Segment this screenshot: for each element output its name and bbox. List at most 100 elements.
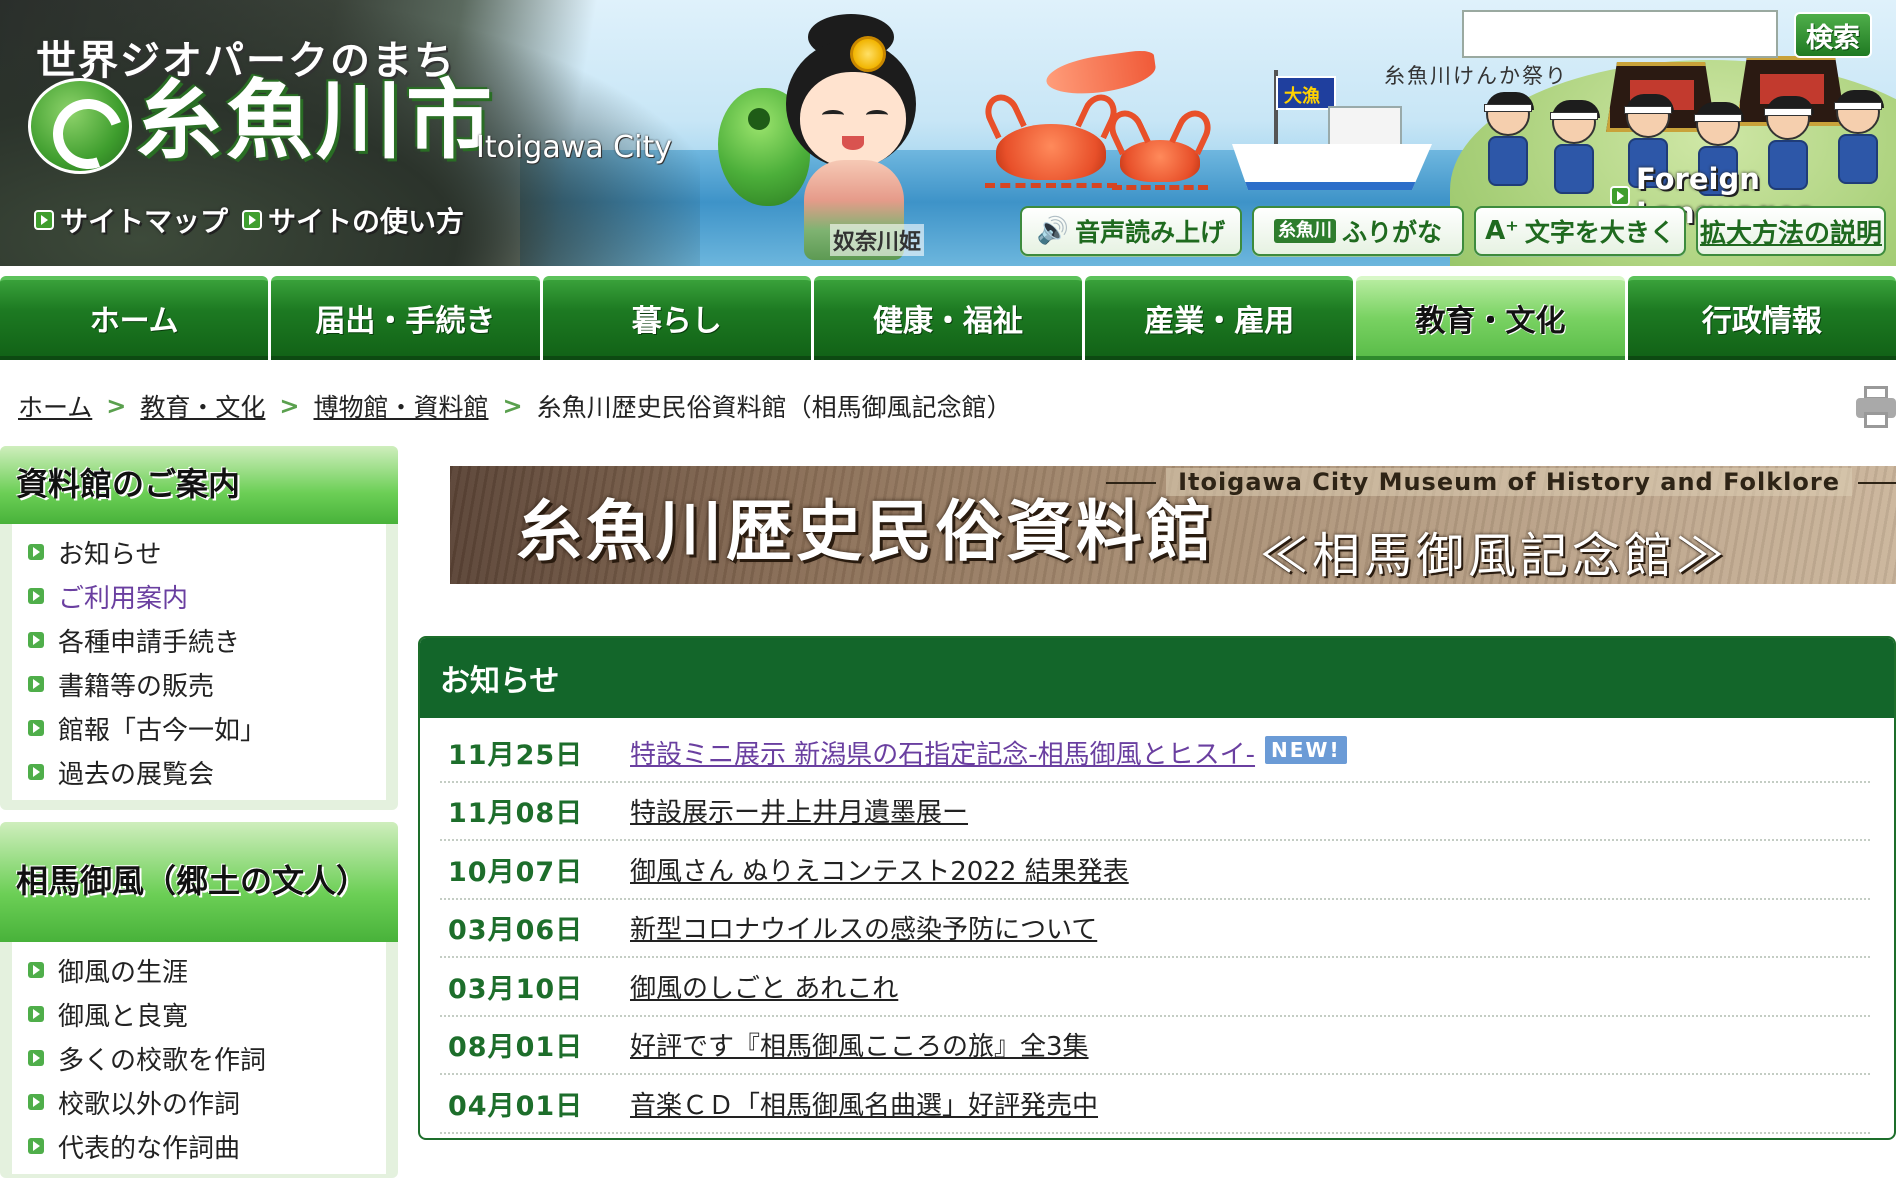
news-date: 03月06日 <box>448 915 584 947</box>
sidebar-item-ryokan[interactable]: 御風と良寛 <box>12 992 386 1036</box>
news-heading: お知らせ <box>420 638 1894 718</box>
breadcrumb-separator: > <box>279 392 300 420</box>
printer-icon[interactable] <box>1856 386 1896 430</box>
museum-title: 糸魚川歴史民俗資料館 <box>516 493 1216 570</box>
list-item: 11月25日 特設ミニ展示 新潟県の石指定記念-相馬御風とヒスイ- NEW! <box>440 724 1870 783</box>
mascot-name: 奴奈川姫 <box>830 224 925 256</box>
news-link[interactable]: 好評です『相馬御風こころの旅』全3集 <box>630 1026 1089 1063</box>
breadcrumb-home[interactable]: ホーム <box>18 388 92 424</box>
sidebar-item-usage-guide[interactable]: ご利用案内 <box>12 574 386 618</box>
nav-living[interactable]: 暮らし <box>542 276 811 360</box>
museum-title-english: Itoigawa City Museum of History and Folk… <box>1106 468 1896 496</box>
crab-illustration <box>985 124 1117 188</box>
hair-flower-icon <box>850 36 886 72</box>
breadcrumb-current: 糸魚川歴史民俗資料館（相馬御風記念館） <box>536 393 1012 422</box>
nav-home[interactable]: ホーム <box>0 276 269 360</box>
breadcrumb-separator: > <box>502 392 523 420</box>
breadcrumb-education-culture[interactable]: 教育・文化 <box>140 388 265 424</box>
news-link[interactable]: 特設展示ー井上井月遺墨展ー <box>630 792 968 829</box>
sitemap-link[interactable]: サイトマップ <box>34 200 228 240</box>
breadcrumb-museums[interactable]: 博物館・資料館 <box>314 388 489 424</box>
city-name-logo[interactable]: 糸魚川市 <box>136 78 496 164</box>
read-aloud-button[interactable]: 🔊 音声読み上げ <box>1020 206 1242 256</box>
sidebar-item-applications[interactable]: 各種申請手続き <box>12 618 386 662</box>
crab-illustration <box>1112 140 1208 190</box>
global-navigation: ホーム 届出・手続き 暮らし 健康・福祉 産業・雇用 教育・文化 行政情報 <box>0 276 1896 360</box>
arrow-bullet-icon <box>28 1006 44 1022</box>
shrimp-illustration <box>1044 48 1158 100</box>
furigana-button[interactable]: 糸魚川 ふりがな <box>1252 206 1464 256</box>
sidebar-item-other-lyrics[interactable]: 校歌以外の作詞 <box>12 1080 386 1124</box>
list-item: 10月07日 御風さん ぬりえコンテスト2022 結果発表 <box>440 841 1870 900</box>
arrow-bullet-icon <box>28 962 44 978</box>
sidebar-item-life[interactable]: 御風の生涯 <box>12 948 386 992</box>
museum-subtitle: ≪相馬御風記念館≫ <box>1260 528 1729 584</box>
site-header: 世界ジオパークのまち 糸魚川市 Itoigawa City サイトマップ サイト… <box>0 0 1896 266</box>
sidebar-heading-soma-gyofu: 相馬御風（郷土の文人） <box>0 822 398 942</box>
news-date: 11月25日 <box>448 739 584 771</box>
enlarge-method-link[interactable]: 拡大方法の説明 <box>1696 206 1886 256</box>
news-date: 04月01日 <box>448 1090 584 1122</box>
news-link[interactable]: 特設ミニ展示 新潟県の石指定記念-相馬御風とヒスイ- <box>630 740 1255 770</box>
news-link[interactable]: 新型コロナウイルスの感染予防について <box>630 909 1097 946</box>
enlarge-text-button[interactable]: A⁺ 文字を大きく <box>1474 206 1686 256</box>
site-usage-link[interactable]: サイトの使い方 <box>242 200 464 240</box>
furigana-icon: 糸魚川 <box>1273 219 1336 243</box>
sidebar-item-school-songs[interactable]: 多くの校歌を作詞 <box>12 1036 386 1080</box>
sidebar-museum-guide: 資料館のご案内 お知らせ ご利用案内 各種申請手続き 書籍等の販売 館報「古今一… <box>0 446 398 810</box>
sidebar-item-representative-songs[interactable]: 代表的な作詞曲 <box>12 1124 386 1168</box>
nav-procedures[interactable]: 届出・手続き <box>271 276 540 360</box>
nav-health-welfare[interactable]: 健康・福祉 <box>813 276 1083 360</box>
news-section: お知らせ 11月25日 特設ミニ展示 新潟県の石指定記念-相馬御風とヒスイ- NE… <box>418 636 1896 1140</box>
sidebar-item-past-exhibitions[interactable]: 過去の展覧会 <box>12 750 386 794</box>
arrow-bullet-icon <box>1610 186 1630 206</box>
arrow-bullet-icon <box>28 1050 44 1066</box>
nav-industry-employment[interactable]: 産業・雇用 <box>1085 276 1354 360</box>
site-usage-link-label: サイトの使い方 <box>268 205 465 238</box>
arrow-bullet-icon <box>28 544 44 560</box>
tairyo-flag: 大漁 <box>1276 76 1336 110</box>
sidebar-item-bulletin[interactable]: 館報「古今一如」 <box>12 706 386 750</box>
festival-person-illustration <box>1546 100 1602 196</box>
news-list: 11月25日 特設ミニ展示 新潟県の石指定記念-相馬御風とヒスイ- NEW! 11… <box>420 718 1894 1134</box>
list-item: 04月01日 音楽ＣＤ「相馬御風名曲選」好評発売中 <box>440 1075 1870 1134</box>
arrow-bullet-icon <box>28 632 44 648</box>
arrow-bullet-icon <box>34 210 54 230</box>
arrow-bullet-icon <box>28 720 44 736</box>
nav-education-culture[interactable]: 教育・文化 <box>1356 276 1625 360</box>
news-link[interactable]: 御風のしごと あれこれ <box>630 968 898 1005</box>
read-aloud-label: 音声読み上げ <box>1075 218 1226 247</box>
new-badge: NEW! <box>1265 735 1347 764</box>
enlarge-text-label: 文字を大きく <box>1524 218 1675 247</box>
news-link[interactable]: 音楽ＣＤ「相馬御風名曲選」好評発売中 <box>630 1085 1098 1122</box>
news-link[interactable]: 御風さん ぬりえコンテスト2022 結果発表 <box>630 851 1129 888</box>
furigana-label: ふりがな <box>1341 218 1442 247</box>
news-date: 03月10日 <box>448 973 584 1005</box>
sidebar-heading-museum-guide: 資料館のご案内 <box>0 446 398 524</box>
city-name-english: Itoigawa City <box>476 130 672 165</box>
sidebar-item-book-sales[interactable]: 書籍等の販売 <box>12 662 386 706</box>
arrow-bullet-icon <box>28 764 44 780</box>
speaker-icon: 🔊 <box>1036 216 1070 246</box>
arrow-bullet-icon <box>28 588 44 604</box>
arrow-bullet-icon <box>28 1138 44 1154</box>
breadcrumb-separator: > <box>106 392 127 420</box>
news-date: 11月08日 <box>448 798 584 830</box>
search-button[interactable]: 検索 <box>1794 12 1872 58</box>
list-item: 03月06日 新型コロナウイルスの感染予防について <box>440 900 1870 958</box>
sitemap-link-label: サイトマップ <box>60 205 229 238</box>
festival-label: 糸魚川けんか祭り <box>1384 64 1568 88</box>
nav-administration[interactable]: 行政情報 <box>1627 276 1896 360</box>
mascot-illustration: 奴奈川姫 <box>700 10 960 266</box>
list-item: 03月10日 御風のしごと あれこれ <box>440 958 1870 1017</box>
list-item: 11月08日 特設展示ー井上井月遺墨展ー <box>440 783 1870 841</box>
search-input[interactable] <box>1462 10 1778 58</box>
sidebar-item-news[interactable]: お知らせ <box>12 530 386 574</box>
sidebar-soma-gyofu: 相馬御風（郷土の文人） 御風の生涯 御風と良寛 多くの校歌を作詞 校歌以外の作詞… <box>0 822 398 1178</box>
arrow-bullet-icon <box>242 210 262 230</box>
arrow-bullet-icon <box>28 1094 44 1110</box>
museum-banner: Itoigawa City Museum of History and Folk… <box>450 466 1896 584</box>
text-size-icon: A⁺ <box>1485 216 1519 246</box>
news-date: 10月07日 <box>448 856 584 888</box>
city-logo-icon[interactable] <box>28 78 132 174</box>
